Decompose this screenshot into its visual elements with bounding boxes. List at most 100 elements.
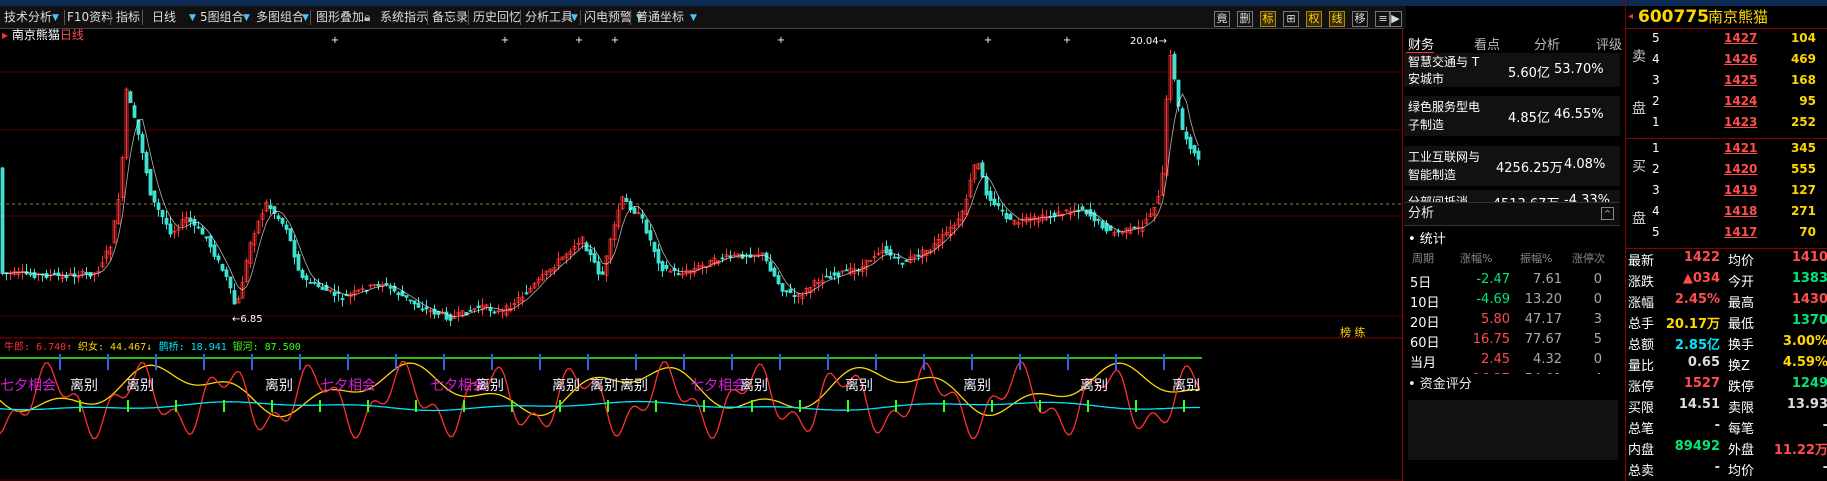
order-level-row[interactable]: 1 1423 252 [1652, 115, 1822, 135]
order-level-row[interactable]: 2 1420 555 [1652, 162, 1822, 182]
tool-normal-axis[interactable]: 普通坐标 [636, 9, 684, 25]
indicator-signal-label: 离别 [265, 377, 293, 394]
candle-body [1008, 214, 1013, 220]
candle-body [828, 276, 833, 279]
tool-btn-jing[interactable]: 竟 [1214, 11, 1230, 27]
quote-stat-row: 买限 14.51 卖限 13.93 [1626, 397, 1827, 417]
tool-overlay[interactable]: 图形叠加 [316, 9, 364, 25]
tool-indicator[interactable]: 指标 [116, 9, 140, 25]
tool-flash-alert[interactable]: 闪电预警 [584, 9, 632, 25]
tab-rating[interactable]: 评级 [1596, 34, 1622, 53]
tool-multi-chart[interactable]: 多图组合 [256, 9, 304, 25]
candle-body [288, 228, 293, 242]
tool-memo[interactable]: 备忘录 [432, 9, 468, 25]
tool-period[interactable]: 日线 [152, 9, 176, 25]
order-level-row[interactable]: 3 1419 127 [1652, 183, 1822, 203]
order-level-row[interactable]: 4 1426 469 [1652, 52, 1822, 72]
candle-body [632, 207, 637, 214]
candle-body [1192, 145, 1197, 154]
stat-value: 13.93 [1786, 397, 1827, 412]
stats-period: 10日 [1410, 296, 1440, 311]
order-level-row[interactable]: 2 1424 95 [1652, 94, 1822, 114]
stat-value: 1527 [1683, 376, 1720, 391]
stats-period: 5日 [1410, 276, 1432, 291]
candle-body [720, 257, 725, 260]
tool-f10[interactable]: F10资料 [67, 9, 113, 25]
kline-chart[interactable]: + + + + + + + ←6.85 20.04→ 榜 练牛郎: 6.740↑ 织女: 44.46… [0, 28, 1402, 481]
stats-period: 当月 [1410, 356, 1437, 371]
indicator-signal-label: 七夕相会 [0, 378, 56, 394]
dropdown-arrow-icon[interactable]: ▼ [571, 10, 578, 26]
candle-body [592, 253, 597, 263]
tool-5-chart-combo[interactable]: 5图组合 [200, 9, 244, 25]
collapse-icon[interactable]: ^ [1601, 207, 1614, 220]
candle-body [416, 302, 421, 308]
play-icon[interactable]: ▶ [1389, 11, 1402, 27]
candle-body [740, 254, 745, 259]
fund-box [1408, 400, 1618, 460]
candle-body [652, 241, 657, 253]
stat-value: 1422 [1683, 250, 1720, 265]
tab-analysis[interactable]: 分析 [1534, 34, 1560, 53]
dropdown-arrow-icon[interactable]: ▼ [243, 10, 250, 26]
tool-history[interactable]: 历史回忆 [473, 9, 521, 25]
candle-body [424, 306, 429, 310]
stat-label: 跌停 [1728, 380, 1755, 395]
order-level-row[interactable]: 5 1417 70 [1652, 225, 1822, 245]
tool-system-indicator[interactable]: 系统指示 [380, 9, 428, 25]
stat-label: 最高 [1728, 296, 1755, 311]
stat-value: 1249 [1791, 376, 1827, 391]
stat-value: 2.45% [1674, 292, 1720, 307]
tool-tech-analysis[interactable]: 技术分析 [4, 9, 52, 25]
candle-body [404, 295, 409, 298]
order-level-row[interactable]: 5 1427 104 [1652, 31, 1822, 51]
stats-change: -2.47 [1476, 272, 1510, 287]
stat-value: 3.00% [1782, 334, 1827, 349]
candle-body [904, 260, 909, 262]
candle-body [84, 272, 89, 274]
stat-label: 每笔 [1728, 422, 1755, 437]
candle-body [676, 273, 681, 275]
stat-value: 0.65 [1687, 355, 1720, 370]
candle-body [220, 263, 225, 271]
dropdown-arrow-icon[interactable]: ▼ [302, 10, 309, 26]
event-marker-icon: + [611, 35, 619, 46]
stat-value: 89492 [1674, 439, 1720, 454]
candle-body [468, 309, 473, 312]
candle-body [308, 281, 313, 284]
segment-name: 绿色服务型电 [1408, 100, 1481, 114]
chart-title: ▸ 南京熊猫日线 [2, 28, 84, 42]
stat-label: 买限 [1628, 401, 1655, 416]
quote-stats: 最新 1422 均价 1410 涨跌 ▲034 今开 1383 涨幅 2.45%… [1626, 250, 1827, 481]
stats-amplitude: 77.67 [1524, 332, 1562, 347]
order-level-row[interactable]: 3 1425 168 [1652, 73, 1822, 93]
candle-body [784, 290, 789, 293]
tab-finance[interactable]: 财务 [1408, 34, 1434, 53]
stat-label: 量比 [1628, 359, 1655, 374]
candle-body [664, 265, 669, 269]
candle-body [232, 290, 237, 305]
indicator-signal-label: 离别 [845, 377, 873, 394]
candle-body [980, 162, 985, 178]
order-level-row[interactable]: 4 1418 271 [1652, 204, 1822, 224]
lock-icon[interactable]: 🔒︎ [364, 9, 370, 25]
dropdown-arrow-icon[interactable]: ▼ [690, 10, 697, 26]
dropdown-arrow-icon[interactable]: ▼ [52, 10, 59, 26]
candle-body [844, 269, 849, 272]
grid-icon[interactable]: ⊞ [1283, 11, 1299, 27]
tool-analysis[interactable]: 分析工具 [525, 9, 573, 25]
candle-body [896, 256, 901, 259]
candle-body [384, 283, 389, 286]
quote-stat-row: 总笔 - 每笔 - [1626, 418, 1827, 438]
candle-body [1132, 226, 1137, 229]
tool-btn-move[interactable]: 移 [1352, 11, 1368, 27]
stat-label: 均价 [1728, 464, 1755, 479]
order-level-row[interactable]: 1 1421 345 [1652, 141, 1822, 161]
tool-btn-right[interactable]: 权 [1306, 11, 1322, 27]
tool-btn-delete[interactable]: 删 [1237, 11, 1253, 27]
tab-highlights[interactable]: 看点 [1474, 34, 1500, 53]
dropdown-arrow-icon[interactable]: ▼ [189, 10, 196, 26]
indicator-signal-label: 七夕相会 [320, 378, 376, 394]
tool-btn-line[interactable]: 线 [1329, 11, 1345, 27]
tool-btn-mark[interactable]: 标 [1260, 11, 1276, 27]
